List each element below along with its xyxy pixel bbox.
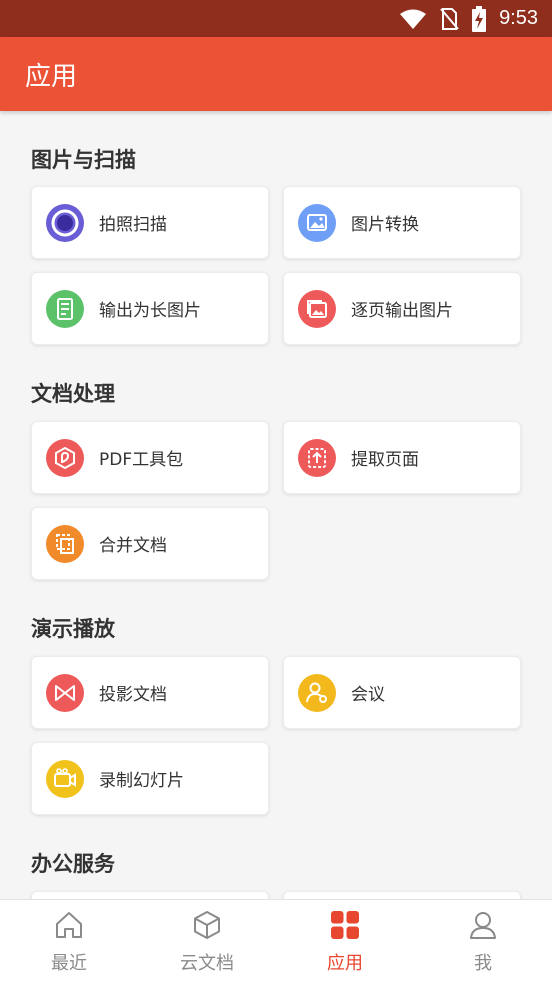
app-bar: 应用: [0, 37, 552, 111]
app-card-label: 逐页输出图片: [351, 301, 453, 321]
section-title-doc-processing: 文档处理: [31, 382, 115, 406]
section-title-presentation: 演示播放: [31, 617, 115, 641]
extract-page-icon: [298, 438, 336, 477]
section-title-image-scan: 图片与扫描: [31, 148, 136, 172]
nav-label: 应用: [327, 952, 363, 974]
nav-item-cloud-docs[interactable]: 云文档: [138, 900, 276, 983]
nav-item-me[interactable]: 我: [414, 900, 552, 983]
app-card-long-image[interactable]: 输出为长图片: [31, 272, 269, 345]
nav-label: 云文档: [180, 952, 234, 974]
nav-label: 我: [474, 952, 492, 974]
bottom-nav: 最近 云文档 应用 我: [0, 899, 552, 983]
nav-item-apps[interactable]: 应用: [276, 900, 414, 983]
record-slides-icon: [46, 759, 84, 798]
app-card-record-slides[interactable]: 录制幻灯片: [31, 742, 269, 815]
app-card-label: 合并文档: [99, 536, 167, 556]
long-image-icon: [46, 289, 84, 328]
app-card-page-images[interactable]: 逐页输出图片: [283, 272, 521, 345]
cloud-box-icon: [191, 909, 223, 945]
scan-camera-icon: [46, 203, 84, 242]
projection-icon: [46, 673, 84, 712]
app-card-label: 输出为长图片: [99, 301, 201, 321]
app-card-label: 拍照扫描: [99, 215, 167, 235]
home-icon: [53, 909, 85, 945]
apps-content[interactable]: 图片与扫描 拍照扫描 图片转换 输出为长图片 逐页输出图片 文档处理 PDF工具…: [0, 111, 552, 899]
app-card-label: 提取页面: [351, 450, 419, 470]
meeting-icon: [298, 673, 336, 712]
wifi-icon: [399, 8, 427, 30]
app-card-label: 投影文档: [99, 685, 167, 705]
app-card-image-convert[interactable]: 图片转换: [283, 186, 521, 259]
app-card-merge-document[interactable]: 合并文档: [31, 507, 269, 580]
app-card-partial[interactable]: [283, 891, 521, 899]
app-card-label: 图片转换: [351, 215, 419, 235]
merge-document-icon: [46, 524, 84, 563]
app-card-label: 录制幻灯片: [99, 771, 184, 791]
user-icon: [467, 909, 499, 945]
status-bar: 9:53: [0, 0, 552, 37]
app-card-label: PDF工具包: [99, 450, 184, 470]
app-card-projection[interactable]: 投影文档: [31, 656, 269, 729]
app-card-pdf-toolkit[interactable]: PDF工具包: [31, 421, 269, 494]
app-card-meeting[interactable]: 会议: [283, 656, 521, 729]
nav-item-recent[interactable]: 最近: [0, 900, 138, 983]
app-card-partial[interactable]: [31, 891, 269, 899]
app-card-extract-page[interactable]: 提取页面: [283, 421, 521, 494]
section-title-office-services: 办公服务: [31, 852, 115, 876]
status-time: 9:53: [499, 7, 538, 29]
pdf-toolkit-icon: [46, 438, 84, 477]
no-sim-icon: [439, 7, 459, 31]
app-card-label: 会议: [351, 685, 385, 705]
page-title: 应用: [25, 61, 78, 92]
apps-grid-icon: [329, 909, 361, 945]
battery-charging-icon: [471, 5, 487, 32]
page-images-icon: [298, 289, 336, 328]
image-convert-icon: [298, 203, 336, 242]
app-card-photo-scan[interactable]: 拍照扫描: [31, 186, 269, 259]
nav-label: 最近: [51, 952, 87, 974]
